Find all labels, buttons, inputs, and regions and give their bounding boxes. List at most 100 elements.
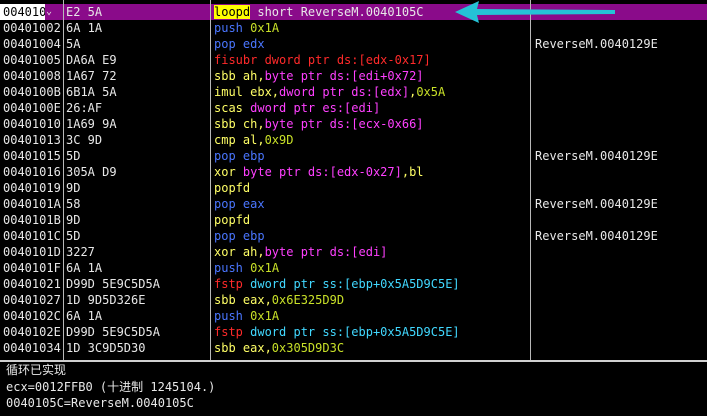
row-address: 0040100E — [3, 101, 61, 115]
row-hex-bytes: 6A 1A — [66, 309, 103, 323]
disasm-row[interactable]: 00401004 5A pop edx ReverseM.0040129E — [0, 36, 707, 52]
instruction-token: cmp al, — [214, 133, 265, 147]
row-instruction: xor byte ptr ds:[edx-0x27],bl — [214, 164, 528, 180]
instruction-token: push — [214, 309, 243, 323]
row-address: 0040102E — [3, 325, 61, 339]
jump-marker-icon: ⌄ — [46, 6, 53, 17]
row-address: 00401034 — [3, 341, 61, 355]
disasm-row[interactable]: 0040100E 26:AF scas dword ptr es:[edi] — [0, 100, 707, 116]
column-separator — [210, 0, 211, 360]
disassembly-pane[interactable]: 00401000⌄ E2 5A loopd short ReverseM.00401… — [0, 0, 707, 360]
row-instruction: popfd — [214, 212, 528, 228]
row-comment — [535, 100, 707, 116]
row-address: 00401000 — [0, 4, 45, 20]
instruction-token: dword ptr ss:[ebp+0x5A5D9C5E] — [242, 325, 460, 339]
row-hex-bytes: DA6A E9 — [66, 53, 117, 67]
disasm-row[interactable]: 00401027 1D 9D5D326E sbb eax,0x6E325D9D — [0, 292, 707, 308]
row-hex-bytes: 6B1A 5A — [66, 85, 117, 99]
row-comment — [535, 324, 707, 340]
instruction-token: scas — [214, 101, 251, 115]
instruction-token: 0x6E325D9D — [271, 293, 345, 307]
row-address: 00401008 — [3, 69, 61, 83]
row-comment — [535, 52, 707, 68]
disasm-row[interactable]: 0040101A 58 pop eax ReverseM.0040129E — [0, 196, 707, 212]
info-line-loop: 循环已实现 — [6, 363, 67, 377]
row-instruction: fisubr dword ptr ds:[edx-0x17] — [214, 52, 528, 68]
disasm-row[interactable]: 00401016 305A D9 xor byte ptr ds:[edx-0x27… — [0, 164, 707, 180]
instruction-token: sbb eax, — [214, 341, 272, 355]
row-address: 00401016 — [3, 165, 61, 179]
row-instruction: push 0x1A — [214, 308, 528, 324]
row-hex-bytes: 1D 9D5D326E — [66, 293, 146, 307]
disasm-row[interactable]: 00401019 9D popfd — [0, 180, 707, 196]
row-comment — [535, 308, 707, 324]
row-hex-bytes: 26:AF — [66, 101, 103, 115]
row-instruction: pop ebp — [214, 228, 528, 244]
disasm-row[interactable]: 0040102C 6A 1A push 0x1A — [0, 308, 707, 324]
info-line-target: 0040105C=ReverseM.0040105C — [6, 396, 194, 410]
instruction-token: byte ptr ds:[edx-0x27] — [242, 165, 402, 179]
instruction-token: byte ptr ds:[edi+0x72] — [264, 69, 424, 83]
instruction-token: pop ebp — [214, 229, 265, 243]
row-hex-bytes: 1D 3C9D5D30 — [66, 341, 146, 355]
info-line-ecx: ecx=0012FFB0 (十进制 1245104.) — [6, 380, 216, 394]
instruction-token: popfd — [214, 213, 251, 227]
row-comment — [535, 132, 707, 148]
instruction-token: push — [214, 261, 243, 275]
disasm-row[interactable]: 0040101D 3227 xor ah,byte ptr ds:[edi] — [0, 244, 707, 260]
disasm-row[interactable]: 0040101C 5D pop ebp ReverseM.0040129E — [0, 228, 707, 244]
disasm-row[interactable]: 00401005 DA6A E9 fisubr dword ptr ds:[edx-… — [0, 52, 707, 68]
instruction-token: fstp — [214, 277, 243, 291]
instruction-token: 0x9D — [264, 133, 294, 147]
instruction-token: 0x1A — [250, 309, 280, 323]
row-comment: ReverseM.0040129E — [535, 197, 658, 211]
row-address: 00401013 — [3, 133, 61, 147]
disasm-row[interactable]: 00401008 1A67 72 sbb ah,byte ptr ds:[edi+0… — [0, 68, 707, 84]
instruction-token: 0x1A — [250, 261, 280, 275]
row-hex-bytes: D99D 5E9C5D5A — [66, 277, 160, 291]
row-comment — [535, 164, 707, 180]
row-address: 00401005 — [3, 53, 61, 67]
row-address: 0040101D — [3, 245, 61, 259]
row-comment — [535, 244, 707, 260]
disasm-row[interactable]: 00401013 3C 9D cmp al,0x9D — [0, 132, 707, 148]
row-instruction: fstp dword ptr ss:[ebp+0x5A5D9C5E] — [214, 324, 528, 340]
instruction-token: byte ptr ds:[edi] — [264, 245, 388, 259]
row-instruction: imul ebx,dword ptr ds:[edx],0x5A — [214, 84, 528, 100]
row-comment: ReverseM.0040129E — [535, 229, 658, 243]
row-hex-bytes: D99D 5E9C5D5A — [66, 325, 160, 339]
row-hex-bytes: 3C 9D — [66, 133, 103, 147]
info-pane: 循环已实现 ecx=0012FFB0 (十进制 1245104.) 004010… — [0, 362, 707, 416]
row-address: 0040101C — [3, 229, 61, 243]
instruction-token: imul ebx, — [214, 85, 280, 99]
disasm-row[interactable]: 0040102E D99D 5E9C5D5A fstp dword ptr ss:[… — [0, 324, 707, 340]
row-address: 0040102C — [3, 309, 61, 323]
disasm-row[interactable]: 00401034 1D 3C9D5D30 sbb eax,0x305D9D3C — [0, 340, 707, 356]
row-comment — [535, 116, 707, 132]
disasm-row[interactable]: 0040101F 6A 1A push 0x1A — [0, 260, 707, 276]
disasm-row[interactable]: 00401010 1A69 9A sbb ch,byte ptr ds:[ecx-0… — [0, 116, 707, 132]
row-hex-bytes: 5D — [66, 229, 81, 243]
instruction-token: byte ptr ds:[ecx-0x66] — [264, 117, 424, 131]
row-address: 0040101A — [3, 197, 61, 211]
row-hex-bytes: E2 5A — [66, 5, 103, 19]
instruction-token: short ReverseM.0040105C — [250, 5, 424, 19]
disasm-row[interactable]: 00401021 D99D 5E9C5D5A fstp dword ptr ss:[… — [0, 276, 707, 292]
disasm-row[interactable]: 0040101B 9D popfd — [0, 212, 707, 228]
row-hex-bytes: 5D — [66, 149, 81, 163]
instruction-token: 0x5A — [416, 85, 446, 99]
row-comment — [535, 180, 707, 196]
row-address: 00401002 — [3, 21, 61, 35]
row-instruction: xor ah,byte ptr ds:[edi] — [214, 244, 528, 260]
disasm-row[interactable]: 00401015 5D pop ebp ReverseM.0040129E — [0, 148, 707, 164]
arrow-annotation-icon — [455, 1, 615, 23]
instruction-token: fstp — [214, 325, 243, 339]
row-address: 0040101B — [3, 213, 61, 227]
instruction-token: pop eax — [214, 197, 265, 211]
row-address: 00401004 — [3, 37, 61, 51]
row-hex-bytes: 6A 1A — [66, 21, 103, 35]
row-comment — [535, 292, 707, 308]
disasm-row[interactable]: 0040100B 6B1A 5A imul ebx,dword ptr ds:[ed… — [0, 84, 707, 100]
row-instruction: push 0x1A — [214, 260, 528, 276]
row-instruction: sbb eax,0x6E325D9D — [214, 292, 528, 308]
